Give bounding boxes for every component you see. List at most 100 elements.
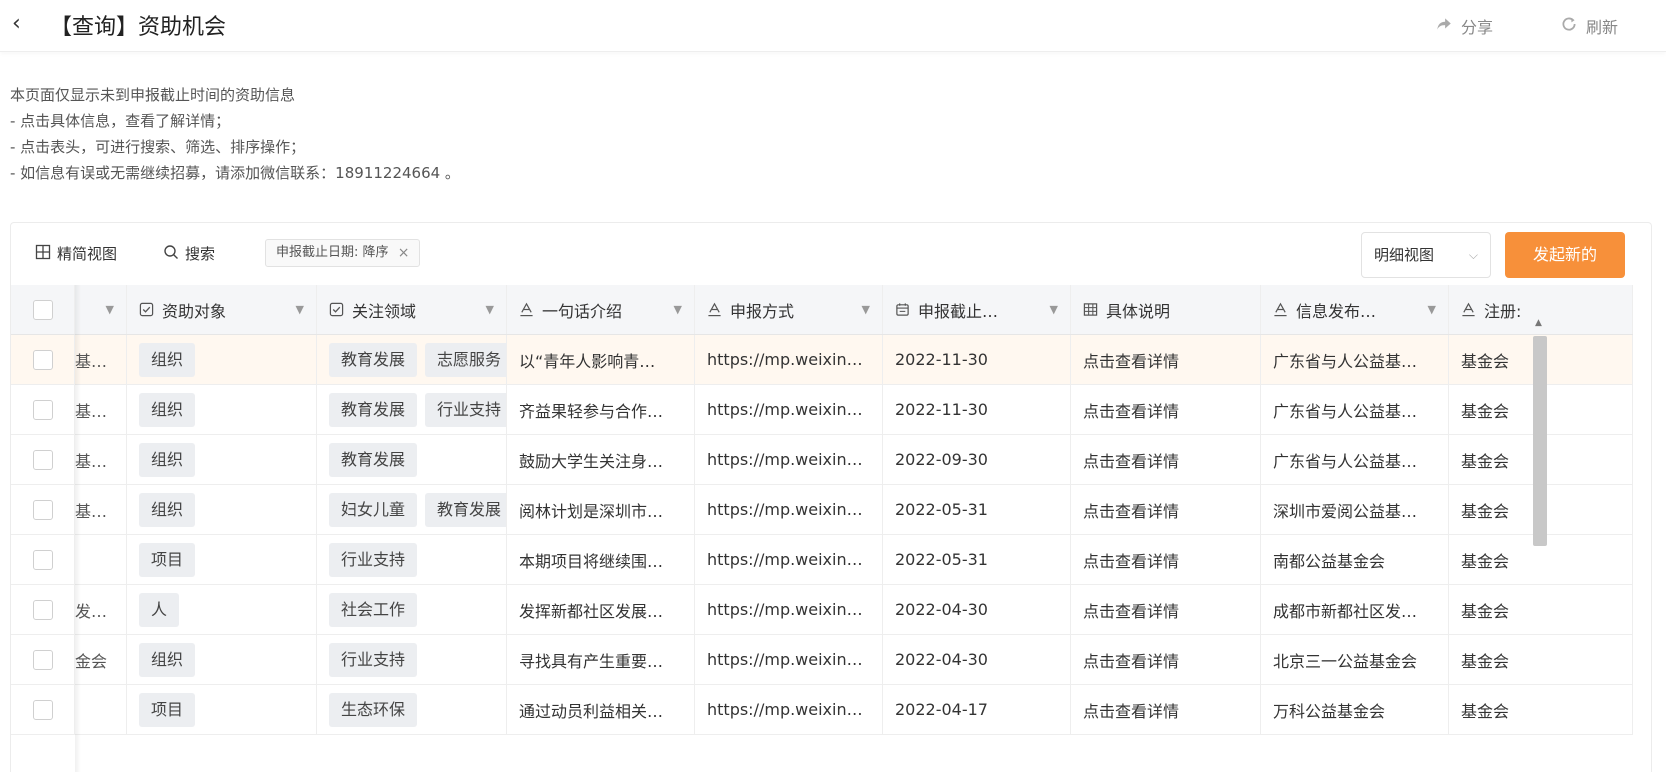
- create-new-button[interactable]: 发起新的: [1505, 232, 1625, 278]
- detail-cell[interactable]: 点击查看详情: [1071, 435, 1261, 484]
- areas-cell[interactable]: 教育发展 志愿服务: [317, 335, 507, 384]
- detail-cell[interactable]: 点击查看详情: [1071, 535, 1261, 584]
- target-cell[interactable]: 项目: [127, 535, 317, 584]
- areas-cell[interactable]: 社会工作: [317, 585, 507, 634]
- areas-cell[interactable]: 生态环保: [317, 685, 507, 734]
- row-checkbox[interactable]: [33, 649, 53, 670]
- share-button[interactable]: 分享: [1435, 14, 1493, 38]
- areas-cell[interactable]: 妇女儿童 教育发展: [317, 485, 507, 534]
- row-checkbox[interactable]: [33, 549, 53, 570]
- name-cell[interactable]: 基…: [75, 385, 127, 434]
- row-checkbox[interactable]: [33, 599, 53, 620]
- view-select[interactable]: 明细视图 ⌵: [1361, 232, 1491, 278]
- refresh-button[interactable]: 刷新: [1560, 14, 1618, 38]
- deadline-cell[interactable]: 2022-05-31: [883, 535, 1071, 584]
- publisher-cell[interactable]: 成都市新都社区发…: [1261, 585, 1449, 634]
- method-cell[interactable]: https://mp.weixin…: [695, 485, 883, 534]
- row-checkbox[interactable]: [33, 499, 53, 520]
- table-row[interactable]: 发… 人 社会工作 发挥新都社区发展… https://mp.weixin… 2022-0…: [11, 585, 1633, 635]
- row-checkbox[interactable]: [33, 399, 53, 420]
- scroll-up-icon[interactable]: ▲: [1535, 318, 1542, 328]
- method-cell[interactable]: https://mp.weixin…: [695, 335, 883, 384]
- intro-cell[interactable]: 寻找具有产生重要…: [507, 635, 695, 684]
- publisher-cell[interactable]: 南都公益基金会: [1261, 535, 1449, 584]
- name-cell[interactable]: 发…: [75, 585, 127, 634]
- vertical-scrollbar[interactable]: ▲: [1531, 318, 1549, 772]
- table-row[interactable]: 基… 组织 教育发展 行业支持 齐益果轻参与合作… https://mp.weixin… 2…: [11, 385, 1633, 435]
- column-header[interactable]: 信息发布… ▼: [1261, 285, 1449, 334]
- table-row[interactable]: 项目 行业支持 本期项目将继续围… https://mp.weixin… 2022-05…: [11, 535, 1633, 585]
- column-header[interactable]: 关注领域 ▼: [317, 285, 507, 334]
- simple-view-button[interactable]: 精简视图: [35, 243, 117, 264]
- chevron-down-icon[interactable]: ▼: [674, 303, 682, 316]
- table-row[interactable]: 项目 生态环保 通过动员利益相关… https://mp.weixin… 2022-04…: [11, 685, 1633, 735]
- deadline-cell[interactable]: 2022-04-30: [883, 635, 1071, 684]
- method-cell[interactable]: https://mp.weixin…: [695, 685, 883, 734]
- target-cell[interactable]: 人: [127, 585, 317, 634]
- detail-cell[interactable]: 点击查看详情: [1071, 335, 1261, 384]
- deadline-cell[interactable]: 2022-05-31: [883, 485, 1071, 534]
- intro-cell[interactable]: 鼓励大学生关注身…: [507, 435, 695, 484]
- intro-cell[interactable]: 本期项目将继续围…: [507, 535, 695, 584]
- intro-cell[interactable]: 阅林计划是深圳市…: [507, 485, 695, 534]
- column-header[interactable]: 申报方式 ▼: [695, 285, 883, 334]
- name-cell[interactable]: 基…: [75, 485, 127, 534]
- name-cell[interactable]: [75, 685, 127, 734]
- select-all-checkbox[interactable]: [33, 299, 53, 320]
- intro-cell[interactable]: 通过动员利益相关…: [507, 685, 695, 734]
- detail-cell[interactable]: 点击查看详情: [1071, 635, 1261, 684]
- deadline-cell[interactable]: 2022-09-30: [883, 435, 1071, 484]
- publisher-cell[interactable]: 万科公益基金会: [1261, 685, 1449, 734]
- scrollbar-thumb[interactable]: [1533, 336, 1547, 546]
- target-cell[interactable]: 组织: [127, 435, 317, 484]
- intro-cell[interactable]: 以“青年人影响青…: [507, 335, 695, 384]
- search-button[interactable]: 搜索: [163, 243, 215, 264]
- publisher-cell[interactable]: 深圳市爱阅公益基…: [1261, 485, 1449, 534]
- name-cell[interactable]: 金会: [75, 635, 127, 684]
- intro-cell[interactable]: 发挥新都社区发展…: [507, 585, 695, 634]
- column-header[interactable]: ▼: [75, 285, 127, 334]
- detail-cell[interactable]: 点击查看详情: [1071, 585, 1261, 634]
- close-icon[interactable]: ×: [398, 240, 410, 266]
- chevron-down-icon[interactable]: ▼: [486, 303, 494, 316]
- name-cell[interactable]: 基…: [75, 435, 127, 484]
- method-cell[interactable]: https://mp.weixin…: [695, 385, 883, 434]
- chevron-down-icon[interactable]: ▼: [296, 303, 304, 316]
- publisher-cell[interactable]: 广东省与人公益基…: [1261, 335, 1449, 384]
- table-row[interactable]: 金会 组织 行业支持 寻找具有产生重要… https://mp.weixin… 2022-…: [11, 635, 1633, 685]
- detail-cell[interactable]: 点击查看详情: [1071, 485, 1261, 534]
- target-cell[interactable]: 组织: [127, 635, 317, 684]
- method-cell[interactable]: https://mp.weixin…: [695, 585, 883, 634]
- name-cell[interactable]: [75, 535, 127, 584]
- areas-cell[interactable]: 教育发展: [317, 435, 507, 484]
- detail-cell[interactable]: 点击查看详情: [1071, 685, 1261, 734]
- row-checkbox[interactable]: [33, 349, 53, 370]
- deadline-cell[interactable]: 2022-11-30: [883, 385, 1071, 434]
- publisher-cell[interactable]: 广东省与人公益基…: [1261, 435, 1449, 484]
- publisher-cell[interactable]: 广东省与人公益基…: [1261, 385, 1449, 434]
- chevron-down-icon[interactable]: ▼: [106, 303, 114, 316]
- deadline-cell[interactable]: 2022-04-17: [883, 685, 1071, 734]
- deadline-cell[interactable]: 2022-11-30: [883, 335, 1071, 384]
- areas-cell[interactable]: 行业支持: [317, 635, 507, 684]
- method-cell[interactable]: https://mp.weixin…: [695, 535, 883, 584]
- method-cell[interactable]: https://mp.weixin…: [695, 635, 883, 684]
- chevron-down-icon[interactable]: ▼: [1050, 303, 1058, 316]
- name-cell[interactable]: 基…: [75, 335, 127, 384]
- column-header[interactable]: 资助对象 ▼: [127, 285, 317, 334]
- column-header[interactable]: 一句话介绍 ▼: [507, 285, 695, 334]
- back-button[interactable]: ‹: [12, 12, 38, 38]
- table-row[interactable]: 基… 组织 教育发展 志愿服务 以“青年人影响青… https://mp.weixin… 2…: [11, 335, 1633, 385]
- target-cell[interactable]: 组织: [127, 385, 317, 434]
- intro-cell[interactable]: 齐益果轻参与合作…: [507, 385, 695, 434]
- table-row[interactable]: 基… 组织 教育发展 鼓励大学生关注身… https://mp.weixin… 2022-…: [11, 435, 1633, 485]
- method-cell[interactable]: https://mp.weixin…: [695, 435, 883, 484]
- column-header[interactable]: 具体说明: [1071, 285, 1261, 334]
- target-cell[interactable]: 组织: [127, 335, 317, 384]
- chevron-down-icon[interactable]: ▼: [862, 303, 870, 316]
- sort-tag[interactable]: 申报截止日期: 降序 ×: [265, 239, 420, 267]
- table-row[interactable]: 基… 组织 妇女儿童 教育发展 阅林计划是深圳市… https://mp.weixin… 2…: [11, 485, 1633, 535]
- publisher-cell[interactable]: 北京三一公益基金会: [1261, 635, 1449, 684]
- target-cell[interactable]: 组织: [127, 485, 317, 534]
- column-header[interactable]: 申报截止… ▼: [883, 285, 1071, 334]
